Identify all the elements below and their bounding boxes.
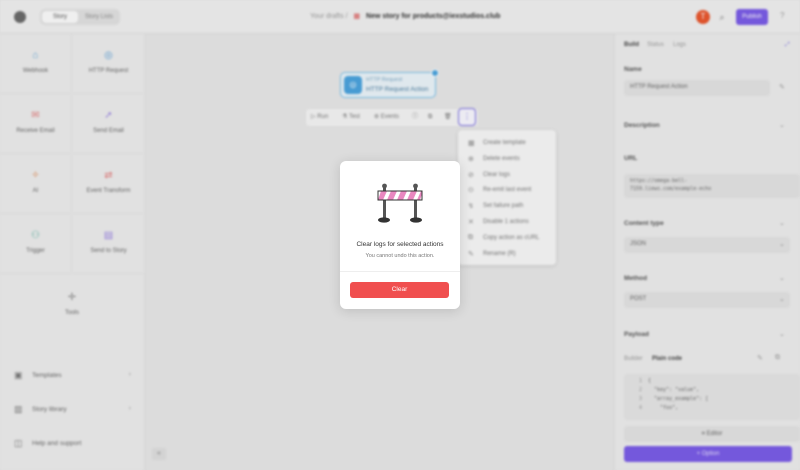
- divider: [340, 271, 460, 272]
- dialog-title: Clear logs for selected actions: [356, 241, 444, 248]
- road-barrier-icon: [377, 183, 423, 223]
- clear-logs-dialog: Clear logs for selected actions You cann…: [340, 161, 460, 309]
- clear-button[interactable]: Clear: [350, 282, 449, 298]
- dialog-subtitle: You cannot undo this action.: [365, 253, 435, 259]
